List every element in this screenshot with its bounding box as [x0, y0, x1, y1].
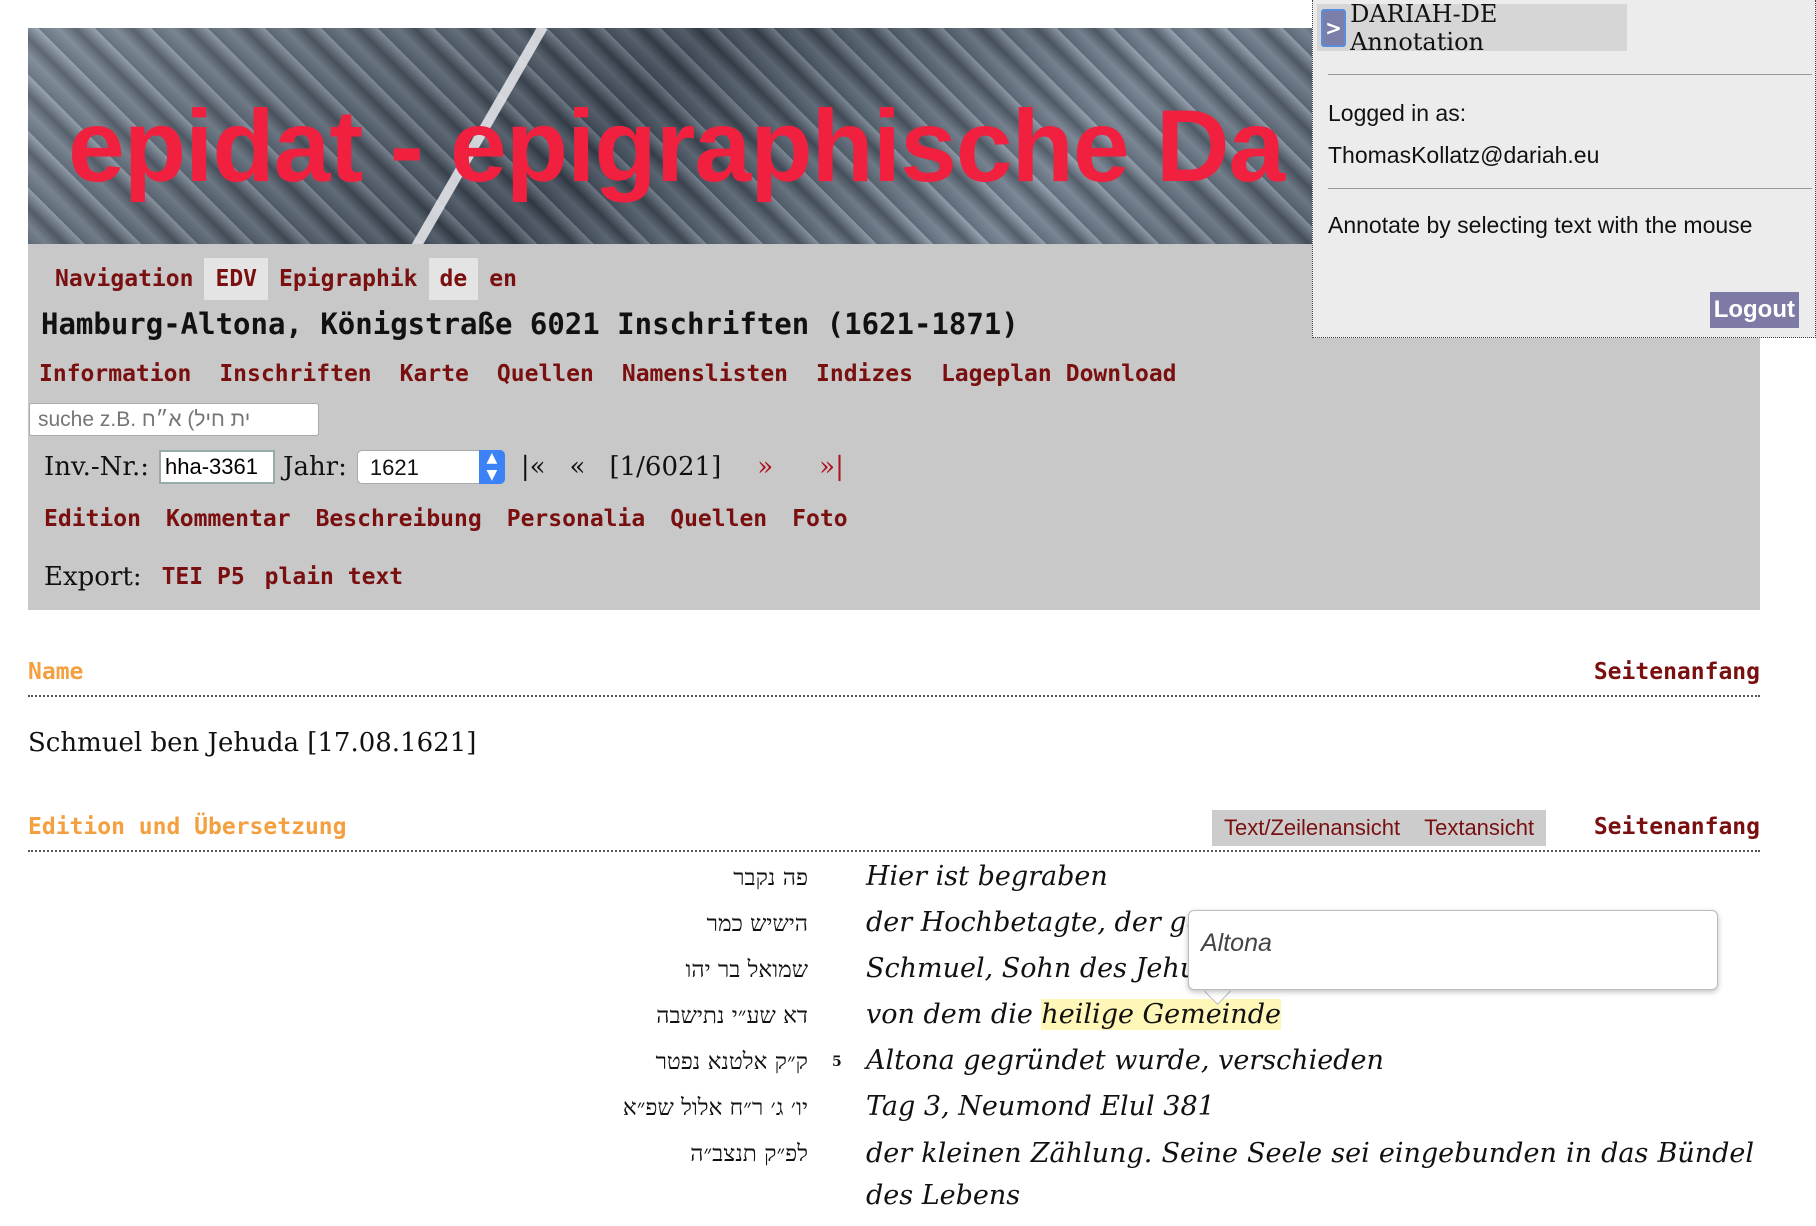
translation-line: der kleinen Zählung. Seine Seele sei ein…	[866, 1138, 1754, 1211]
select-arrows-icon: ▲ ▼	[478, 450, 505, 484]
hebrew-line: לפ״ק תנצב״ה	[690, 1141, 808, 1167]
export-bar: Export: TEI P5 plain text	[44, 562, 423, 592]
nav-edv[interactable]: EDV	[204, 258, 269, 300]
hebrew-line: דא שע״י נתישבה	[656, 1003, 808, 1029]
divider	[28, 850, 1760, 852]
translation-line: Tag 3, Neumond Elul 381	[866, 1091, 1215, 1122]
export-label: Export:	[44, 562, 142, 592]
banner-title: epidat - epigraphische Da	[68, 89, 1285, 203]
view-text-button[interactable]: Textansicht	[1424, 815, 1534, 841]
tab-foto[interactable]: Foto	[792, 506, 847, 532]
main-menu: Information Inschriften Karte Quellen Na…	[39, 361, 1177, 387]
translation-text: von dem die	[866, 999, 1033, 1030]
logged-in-user: ThomasKollatz@dariah.eu	[1328, 142, 1600, 168]
divider	[1328, 74, 1812, 75]
year-select[interactable]: 1621 ▲ ▼	[356, 450, 505, 484]
annotation-popup[interactable]: Altona	[1188, 910, 1718, 990]
annotation-header: > DARIAH-DE Annotation	[1317, 0, 1627, 56]
lang-de[interactable]: de	[428, 258, 479, 300]
edition-top-link[interactable]: Seitenanfang	[1594, 814, 1760, 840]
person-name: Schmuel ben Jehuda [17.08.1621]	[28, 728, 477, 758]
logout-button[interactable]: Logout	[1709, 292, 1799, 328]
hebrew-line: פה נקבר	[733, 865, 808, 891]
tab-quellen[interactable]: Quellen	[670, 506, 767, 532]
translation-line: Hier ist begraben	[866, 861, 1108, 892]
inv-number-input[interactable]	[159, 450, 276, 484]
last-record-link[interactable]: »|	[819, 452, 844, 482]
lang-en[interactable]: en	[478, 258, 528, 300]
first-record-link[interactable]: |«	[521, 452, 546, 482]
hebrew-line: שמואל בר יהו	[685, 957, 808, 983]
annotation-panel: > DARIAH-DE Annotation Logged in as: Tho…	[1312, 0, 1816, 338]
line-number: 5	[832, 1054, 842, 1070]
menu-quellen[interactable]: Quellen	[497, 361, 594, 387]
inv-label: Inv.-Nr.:	[44, 452, 150, 482]
view-line-button[interactable]: Text/Zeilenansicht	[1224, 815, 1400, 841]
name-top-link[interactable]: Seitenanfang	[1594, 659, 1760, 685]
menu-namenslisten[interactable]: Namenslisten	[622, 361, 788, 387]
tab-beschreibung[interactable]: Beschreibung	[316, 506, 482, 532]
record-pager: Inv.-Nr.: Jahr: 1621 ▲▼ |« « [1/6021] » …	[44, 449, 844, 485]
nav-epigraphik[interactable]: Epigraphik	[268, 258, 428, 300]
edition-section-title: Edition und Übersetzung	[28, 814, 347, 840]
annotated-highlight[interactable]: heilige Gemeinde	[1041, 999, 1281, 1030]
logged-in-label: Logged in as:	[1328, 100, 1467, 126]
translation-line: Schmuel, Sohn des Jehuda	[866, 953, 1231, 984]
menu-karte[interactable]: Karte	[400, 361, 469, 387]
top-nav: Navigation EDV Epigraphik de en	[44, 258, 528, 300]
translation-line: der Hochbetagte, der geel	[866, 907, 1228, 938]
view-toggle: Text/Zeilenansicht Textansicht	[1212, 810, 1547, 846]
export-tei-link[interactable]: TEI P5	[162, 564, 245, 590]
record-position: [1/6021]	[609, 452, 722, 482]
name-section-title: Name	[28, 659, 84, 685]
divider	[1328, 188, 1812, 189]
prev-record-link[interactable]: «	[570, 452, 586, 482]
hebrew-line: יו׳ ג׳ ר״ח אלול שפ״א	[622, 1095, 808, 1121]
menu-lageplan[interactable]: Lageplan	[941, 361, 1052, 387]
menu-information[interactable]: Information	[39, 361, 191, 387]
tab-edition[interactable]: Edition	[44, 506, 141, 532]
hebrew-line: ק״ק אלטנא נפטר	[655, 1049, 808, 1075]
tab-personalia[interactable]: Personalia	[507, 506, 645, 532]
tab-kommentar[interactable]: Kommentar	[166, 506, 291, 532]
year-label: Jahr:	[283, 452, 347, 482]
annotation-popup-text: Altona	[1201, 929, 1272, 957]
menu-inschriften[interactable]: Inschriften	[219, 361, 371, 387]
annotation-title: DARIAH-DE Annotation	[1350, 0, 1498, 56]
next-record-link[interactable]: »	[757, 452, 773, 482]
site-title: Hamburg-Altona, Königstraße 6021 Inschri…	[41, 307, 1019, 341]
menu-indizes[interactable]: Indizes	[816, 361, 913, 387]
detail-tabs: Edition Kommentar Beschreibung Personali…	[44, 506, 848, 532]
nav-navigation[interactable]: Navigation	[44, 258, 204, 300]
menu-download[interactable]: Download	[1066, 361, 1177, 387]
translation-line: Altona gegründet wurde, verschieden	[866, 1045, 1384, 1076]
hebrew-line: הישיש כמר	[706, 911, 808, 937]
export-plain-link[interactable]: plain text	[265, 564, 403, 590]
search-input[interactable]	[29, 403, 319, 436]
annotation-hint: Annotate by selecting text with the mous…	[1328, 212, 1753, 238]
collapse-toggle-button[interactable]: >	[1321, 8, 1347, 47]
divider	[28, 695, 1760, 697]
